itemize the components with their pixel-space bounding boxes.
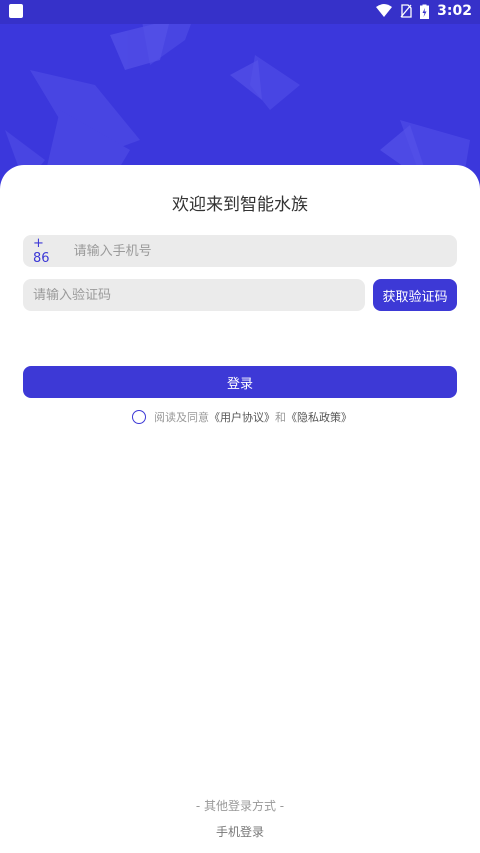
- privacy-policy-link[interactable]: 《隐私政策》: [286, 409, 352, 425]
- agreement-and: 和: [275, 411, 286, 424]
- country-code[interactable]: + 86: [33, 236, 62, 266]
- login-button[interactable]: 登录: [23, 366, 457, 398]
- app-notification-icon: [9, 4, 23, 18]
- agreement-radio[interactable]: [132, 410, 146, 424]
- user-agreement-link[interactable]: 《用户协议》: [209, 409, 275, 425]
- battery-charging-icon: [420, 4, 430, 19]
- verification-code-input[interactable]: [33, 287, 365, 303]
- phone-input[interactable]: [73, 243, 457, 259]
- agreement-prefix: 阅读及同意: [154, 411, 209, 424]
- get-code-button[interactable]: 获取验证码: [373, 279, 457, 311]
- phone-login-link[interactable]: 手机登录: [0, 823, 480, 840]
- page-title: 欢迎来到智能水族: [172, 195, 308, 215]
- verification-code-field[interactable]: [23, 279, 365, 311]
- status-bar: 3:02: [0, 0, 480, 24]
- other-login-title: - 其他登录方式 -: [195, 799, 285, 813]
- login-card: 欢迎来到智能水族 + 86 获取验证码 登录 阅读及同意 《用户协议》 和 《隐…: [0, 165, 480, 853]
- wifi-icon: [376, 4, 393, 17]
- status-time: 3:02: [437, 3, 472, 19]
- agreement-row: 阅读及同意 《用户协议》 和 《隐私政策》: [132, 409, 352, 425]
- phone-field[interactable]: + 86: [23, 235, 457, 267]
- no-sim-icon: [400, 4, 412, 18]
